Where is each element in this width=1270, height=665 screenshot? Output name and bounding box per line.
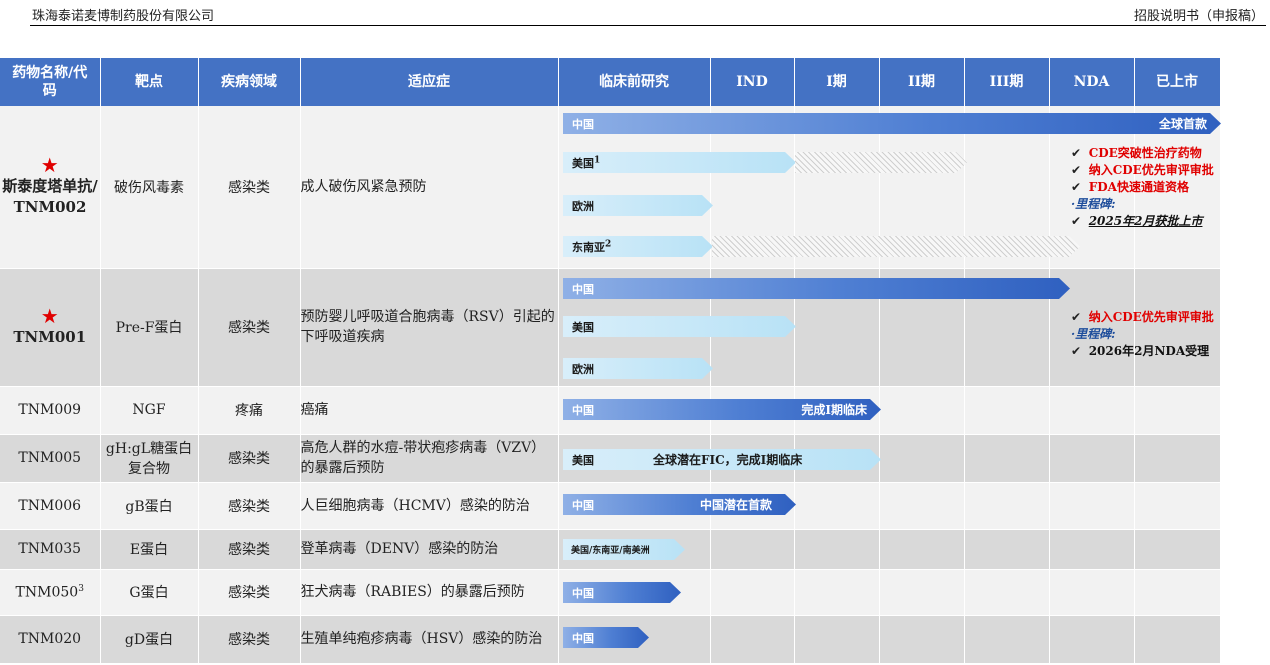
drug-name-cell: TNM020 [0,615,101,664]
drug-name: 斯泰度塔单抗/TNM002 [2,177,98,217]
star-icon: ★ [40,304,59,328]
indication-cell: 成人破伤风紧急预防 [300,106,559,269]
indication-cell: 登革病毒（DENV）感染的防治 [300,529,559,570]
area-cell: 疼痛 [198,386,301,435]
table-row: TNM006 gB蛋白 感染类 人巨细胞病毒（HCMV）感染的防治 [0,482,1221,530]
col-header-preclinical: 临床前研究 [558,58,711,106]
area-cell: 感染类 [198,615,301,664]
table-row: TNM0503 G蛋白 感染类 狂犬病毒（RABIES）的暴露后预防 [0,569,1221,616]
drug-name-cell: TNM035 [0,529,101,570]
table-row: TNM035 E蛋白 感染类 登革病毒（DENV）感染的防治 [0,529,1221,570]
area-cell: 感染类 [198,529,301,570]
indication-cell: 人巨细胞病毒（HCMV）感染的防治 [300,482,559,530]
target-cell: NGF [100,386,199,435]
pipeline-table: 药物名称/代码 靶点 疾病领域 适应症 临床前研究 IND I期 II期 III… [0,58,1221,664]
area-cell: 感染类 [198,268,301,387]
drug-name-cell: ★ 斯泰度塔单抗/TNM002 [0,106,101,269]
target-cell: E蛋白 [100,529,199,570]
drug-name-cell: TNM005 [0,434,101,483]
table-row: ★ 斯泰度塔单抗/TNM002 破伤风毒素 感染类 成人破伤风紧急预防 [0,106,1221,269]
drug-name: TNM001 [13,328,87,346]
target-cell: Pre-F蛋白 [100,268,199,387]
table-row: TNM005 gH:gL糖蛋白复合物 感染类 高危人群的水痘-带状疱疹病毒（VZ… [0,434,1221,483]
target-cell: 破伤风毒素 [100,106,199,269]
col-header-target: 靶点 [100,58,199,106]
target-cell: G蛋白 [100,569,199,616]
col-header-marketed: 已上市 [1134,58,1221,106]
drug-name: TNM050 [15,584,79,601]
target-cell: gB蛋白 [100,482,199,530]
company-name: 珠海泰诺麦博制药股份有限公司 [32,9,215,24]
table-row: ★ TNM001 Pre-F蛋白 感染类 预防婴儿呼吸道合胞病毒（RSV）引起的… [0,268,1221,387]
footnote-mark: 3 [78,583,84,594]
drug-name-cell: TNM0503 [0,569,101,616]
drug-name-cell: TNM009 [0,386,101,435]
col-header-phase3: III期 [964,58,1050,106]
indication-cell: 癌痛 [300,386,559,435]
col-header-drug: 药物名称/代码 [0,58,101,106]
col-header-nda: NDA [1049,58,1135,106]
document-title: 招股说明书（申报稿） [1133,9,1264,24]
area-cell: 感染类 [198,482,301,530]
col-header-phase1: I期 [794,58,880,106]
table-row: TNM020 gD蛋白 感染类 生殖单纯疱疹病毒（HSV）感染的防治 [0,615,1221,664]
indication-cell: 高危人群的水痘-带状疱疹病毒（VZV）的暴露后预防 [300,434,559,483]
page-header: 珠海泰诺麦博制药股份有限公司 招股说明书（申报稿） [0,0,1270,27]
target-cell: gD蛋白 [100,615,199,664]
indication-cell: 狂犬病毒（RABIES）的暴露后预防 [300,569,559,616]
col-header-phase2: II期 [879,58,965,106]
area-cell: 感染类 [198,434,301,483]
target-cell: gH:gL糖蛋白复合物 [100,434,199,483]
area-cell: 感染类 [198,106,301,269]
indication-cell: 预防婴儿呼吸道合胞病毒（RSV）引起的下呼吸道疾病 [300,268,559,387]
col-header-area: 疾病领域 [198,58,301,106]
table-header-row: 药物名称/代码 靶点 疾病领域 适应症 临床前研究 IND I期 II期 III… [0,58,1221,106]
col-header-ind: IND [710,58,795,106]
table-row: TNM009 NGF 疼痛 癌痛 [0,386,1221,435]
col-header-indication: 适应症 [300,58,559,106]
star-icon: ★ [40,153,59,178]
header-rule [30,25,1266,26]
indication-cell: 生殖单纯疱疹病毒（HSV）感染的防治 [300,615,559,664]
drug-name-cell: TNM006 [0,482,101,530]
drug-name-cell: ★ TNM001 [0,268,101,387]
area-cell: 感染类 [198,569,301,616]
